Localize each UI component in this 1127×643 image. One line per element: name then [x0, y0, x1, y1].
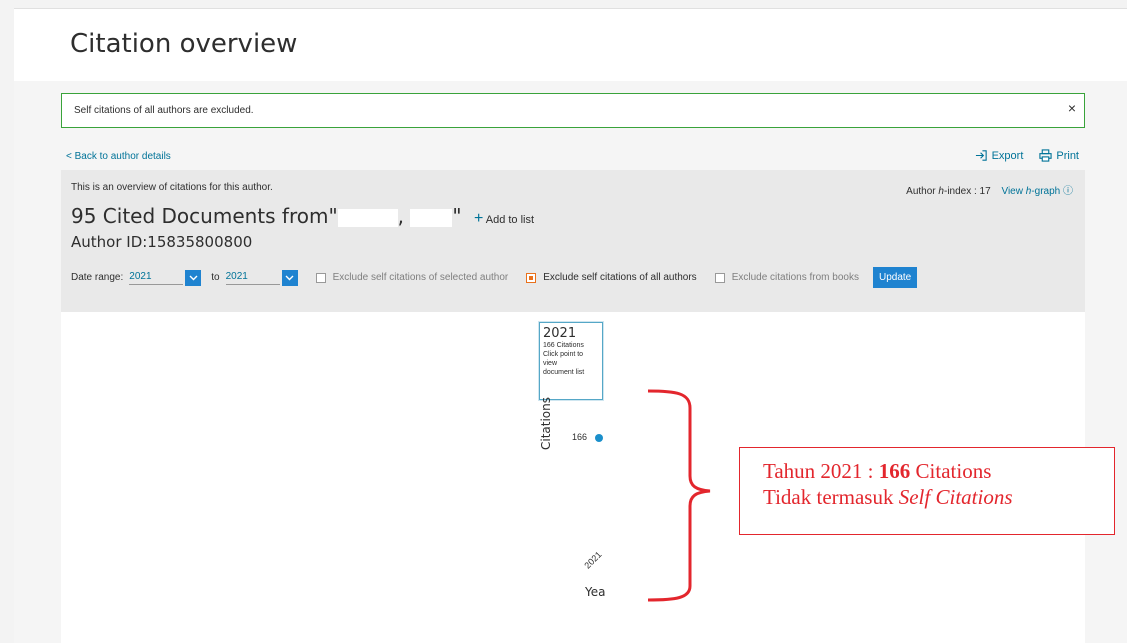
view-prefix: View — [1001, 186, 1026, 197]
exclude-books-checkbox[interactable]: Exclude citations from books — [714, 272, 859, 283]
update-button[interactable]: Update — [872, 267, 918, 288]
annotation-text: Tahun 2021 : — [763, 459, 879, 483]
add-to-list-label: Add to list — [485, 214, 535, 226]
date-from-value: 2021 — [129, 271, 184, 285]
data-label: 166 — [572, 432, 588, 442]
annotation-italic: Self Citations — [898, 485, 1013, 509]
view-suffix: -graph — [1031, 186, 1061, 197]
checkbox-box[interactable] — [714, 272, 725, 283]
printer-icon — [1039, 149, 1053, 162]
print-label: Print — [1056, 149, 1079, 162]
exclude-books-label: Exclude citations from books — [731, 272, 859, 283]
exclude-selected-checkbox[interactable]: Exclude self citations of selected autho… — [315, 272, 509, 283]
page-title: Citation overview — [70, 29, 298, 59]
date-to-value: 2021 — [225, 271, 280, 285]
back-to-author-link[interactable]: < Back to author details — [66, 151, 171, 162]
tooltip-line: 166 Citations — [543, 342, 584, 349]
title-bar: Citation overview — [14, 9, 1127, 81]
annotation-text: Tidak termasuk — [763, 485, 899, 509]
tooltip-line: view — [543, 360, 558, 367]
h-index: Author h-index : 17 View h-graph ⓘ — [906, 182, 1073, 197]
export-label: Export — [991, 149, 1024, 162]
docs-quote: " — [452, 204, 462, 228]
page: Citation overview Self citations of all … — [14, 8, 1127, 643]
docs-prefix: 95 Cited Documents from" — [71, 204, 338, 228]
tooltip-year: 2021 — [543, 326, 577, 341]
redacted-name — [410, 208, 453, 227]
docs-comma: , — [397, 204, 405, 228]
close-icon[interactable]: × — [1068, 100, 1076, 116]
author-id: Author ID:15835800800 — [71, 233, 253, 251]
export-icon — [975, 150, 987, 161]
export-button[interactable]: Export — [975, 149, 1024, 162]
notice-text: Self citations of all authors are exclud… — [74, 105, 254, 116]
checkbox-box-checked[interactable] — [526, 272, 537, 283]
add-to-list-button[interactable]: + Add to list — [474, 210, 535, 227]
annotation-line-1: Tahun 2021 : 166 Citations — [763, 458, 1114, 484]
tooltip-line: Click point to — [543, 351, 584, 358]
chart-tooltip: 2021 166 Citations Click point to view d… — [539, 322, 603, 400]
x-axis-label: Yea — [585, 585, 606, 599]
y-axis-label: Citations — [539, 396, 553, 450]
h-index-prefix: Author — [906, 186, 939, 197]
annotation-text: Citations — [910, 459, 992, 483]
notice-banner: Self citations of all authors are exclud… — [61, 93, 1085, 128]
exclude-all-label: Exclude self citations of all authors — [543, 272, 697, 283]
plus-icon: + — [473, 210, 484, 227]
chevron-down-icon[interactable] — [281, 269, 298, 286]
x-tick-label: 2021 — [582, 549, 604, 571]
date-range-label: Date range: — [71, 272, 124, 283]
print-button[interactable]: Print — [1039, 149, 1079, 162]
exclude-selected-label: Exclude self citations of selected autho… — [332, 272, 509, 283]
exclude-all-checkbox[interactable]: Exclude self citations of all authors — [526, 272, 697, 283]
overview-intro: This is an overview of citations for thi… — [71, 182, 273, 193]
overview-panel: This is an overview of citations for thi… — [61, 170, 1085, 312]
h-index-value: -index : 17 — [943, 186, 991, 197]
redacted-name — [337, 208, 398, 227]
cited-documents-title: 95 Cited Documents from", " + Add to lis… — [71, 204, 534, 228]
annotation-box: Tahun 2021 : 166 Citations Tidak termasu… — [739, 447, 1115, 535]
help-icon[interactable]: ⓘ — [1063, 186, 1073, 197]
data-point[interactable] — [595, 434, 603, 442]
content: Self citations of all authors are exclud… — [14, 81, 1127, 643]
actions-bar: Export Print — [975, 149, 1079, 162]
checkbox-box[interactable] — [315, 272, 326, 283]
view-h-graph-link[interactable]: View h-graph ⓘ — [1001, 186, 1073, 197]
date-from-select[interactable]: 2021 — [129, 269, 202, 286]
annotation-line-2: Tidak termasuk Self Citations — [763, 484, 1114, 510]
annotation-count: 166 — [878, 459, 911, 483]
tooltip-line: document list — [543, 369, 585, 376]
filters-bar: Date range: 2021 to 2021 Exclude self ci… — [71, 267, 918, 288]
to-label: to — [211, 272, 220, 283]
date-to-select[interactable]: 2021 — [225, 269, 298, 286]
chevron-down-icon[interactable] — [185, 269, 202, 286]
